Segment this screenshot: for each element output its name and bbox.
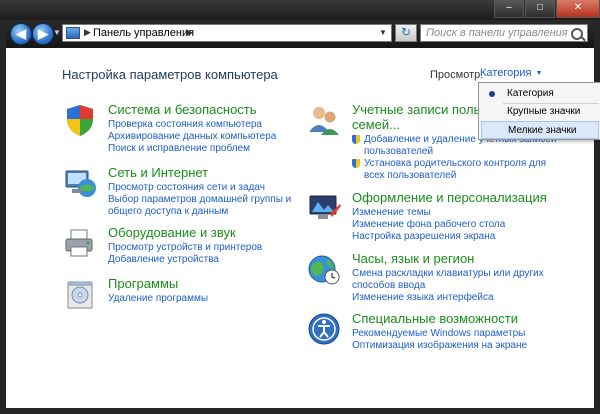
category-programs: Программы Удаление программы (62, 276, 292, 326)
link-check-computer-status[interactable]: Проверка состояния компьютера (108, 119, 276, 131)
link-network-status[interactable]: Просмотр состояния сети и задач (108, 182, 291, 194)
category-links: Проверка состояния компьютера Архивирова… (108, 119, 276, 155)
link-add-remove-accounts-cont[interactable]: пользователей (352, 146, 557, 158)
category-links: Просмотр устройств и принтеров Добавлени… (108, 242, 262, 266)
chevron-down-icon[interactable]: ▼ (535, 70, 542, 77)
category-network-internet: Сеть и Интернет Просмотр состояния сети … (62, 165, 292, 225)
navigation-bar: ◀ ▶ ▼ ▶ Панель управления ▶ ▼ ↻ Поиск в … (6, 20, 594, 48)
category-title[interactable]: Система и безопасность (108, 102, 257, 117)
appearance-icon (309, 195, 341, 219)
view-by-label: Просмотр: (430, 69, 484, 81)
selected-bullet-icon (489, 91, 495, 97)
menu-item-label: Мелкие значки (508, 125, 577, 136)
category-ease-of-access: Специальные возможности Рекомендуемые Wi… (306, 311, 538, 361)
recent-pages-chevron-icon[interactable]: ▼ (53, 28, 61, 37)
maximize-button[interactable]: □ (525, 0, 555, 18)
category-links: Рекомендуемые Windows параметры Оптимиза… (352, 328, 527, 352)
category-title[interactable]: Часы, язык и регион (352, 251, 474, 266)
view-by-value[interactable]: Категория (480, 67, 531, 79)
category-title-line1[interactable]: Учетные записи польз (352, 102, 486, 117)
link-screen-resolution[interactable]: Настройка разрешения экрана (352, 231, 505, 243)
window-frame-bottom (0, 408, 600, 414)
category-title-line2[interactable]: семей... (352, 117, 486, 132)
link-change-keyboard-cont[interactable]: способов ввода (352, 280, 544, 292)
network-globe-icon (65, 170, 96, 197)
search-input[interactable]: Поиск в панели управления (420, 24, 588, 42)
link-change-theme[interactable]: Изменение темы (352, 207, 505, 219)
category-title[interactable]: Оформление и персонализация (352, 190, 547, 205)
window-controls: – □ ✕ (493, 0, 600, 18)
category-hardware-sound: Оборудование и звук Просмотр устройств и… (62, 225, 292, 275)
category-title[interactable]: Специальные возможности (352, 311, 518, 326)
search-icon[interactable] (571, 28, 583, 40)
address-dropdown-chevron-icon[interactable]: ▼ (375, 25, 391, 41)
link-optimize-display[interactable]: Оптимизация изображения на экране (352, 340, 527, 352)
page-title: Настройка параметров компьютера (62, 67, 278, 82)
category-links: Изменение темы Изменение фона рабочего с… (352, 207, 505, 243)
menu-item-category[interactable]: Категория (481, 85, 599, 103)
forward-button[interactable]: ▶ (32, 23, 54, 45)
category-title[interactable]: Учетные записи польз семей... (352, 102, 486, 132)
link-add-device[interactable]: Добавление устройства (108, 254, 262, 266)
breadcrumb-control-panel[interactable]: Панель управления (93, 27, 194, 39)
category-links: Смена раскладки клавиатуры или других сп… (352, 268, 544, 304)
menu-item-large-icons[interactable]: Крупные значки (481, 103, 599, 121)
menu-item-small-icons[interactable]: Мелкие значки (481, 121, 599, 139)
title-bar: – □ ✕ (0, 0, 600, 20)
category-system-security: Система и безопасность Проверка состояни… (62, 102, 292, 162)
category-clock-language-region: Часы, язык и регион Смена раскладки клав… (306, 251, 544, 311)
minimize-button[interactable]: – (494, 0, 524, 18)
link-troubleshoot[interactable]: Поиск и исправление проблем (108, 143, 276, 155)
link-change-display-language[interactable]: Изменение языка интерфейса (352, 292, 544, 304)
view-by-dropdown[interactable]: Категория ▼ (480, 67, 542, 79)
breadcrumb-separator[interactable]: ▶ (84, 27, 91, 38)
search-placeholder: Поиск в панели управления (426, 27, 568, 39)
link-homegroup-cont[interactable]: общего доступа к данным (108, 206, 291, 218)
link-backup-computer[interactable]: Архивирование данных компьютера (108, 131, 276, 143)
control-panel-icon (66, 27, 80, 39)
link-change-background[interactable]: Изменение фона рабочего стола (352, 219, 505, 231)
view-by-menu: Категория Крупные значки Мелкие значки (478, 82, 600, 140)
close-button[interactable]: ✕ (556, 0, 600, 18)
link-change-keyboard[interactable]: Смена раскладки клавиатуры или других (352, 268, 544, 280)
category-links: Просмотр состояния сети и задач Выбор па… (108, 182, 291, 218)
control-panel-content: Настройка параметров компьютера Просмотр… (6, 48, 600, 408)
shield-icon (67, 105, 93, 136)
window-frame-right (594, 20, 600, 414)
refresh-button[interactable]: ↻ (395, 24, 417, 42)
address-bar[interactable]: ▶ Панель управления ▶ ▼ (62, 24, 392, 42)
link-recommended-settings[interactable]: Рекомендуемые Windows параметры (352, 328, 527, 340)
globe-clock-icon (308, 255, 340, 285)
category-links: Удаление программы (108, 293, 208, 305)
category-appearance-personalization: Оформление и персонализация Изменение те… (306, 190, 547, 250)
link-devices-printers[interactable]: Просмотр устройств и принтеров (108, 242, 262, 254)
category-title[interactable]: Сеть и Интернет (108, 165, 208, 180)
link-parental-controls-cont[interactable]: всех пользователей (352, 170, 557, 182)
category-title[interactable]: Оборудование и звук (108, 225, 236, 240)
link-homegroup[interactable]: Выбор параметров домашней группы и (108, 194, 291, 206)
link-parental-controls[interactable]: Установка родительского контроля для (352, 158, 557, 170)
link-uninstall-program[interactable]: Удаление программы (108, 293, 208, 305)
back-button[interactable]: ◀ (10, 23, 32, 45)
users-icon (309, 107, 339, 135)
category-links: Добавление и удаление учетных записей по… (352, 134, 557, 182)
menu-item-label: Крупные значки (507, 106, 581, 117)
programs-icon (67, 281, 93, 309)
category-title[interactable]: Программы (108, 276, 178, 291)
accessibility-icon (308, 313, 340, 345)
menu-item-label: Категория (507, 88, 554, 99)
printer-icon (65, 229, 93, 257)
breadcrumb-separator-after[interactable]: ▶ (186, 27, 193, 38)
